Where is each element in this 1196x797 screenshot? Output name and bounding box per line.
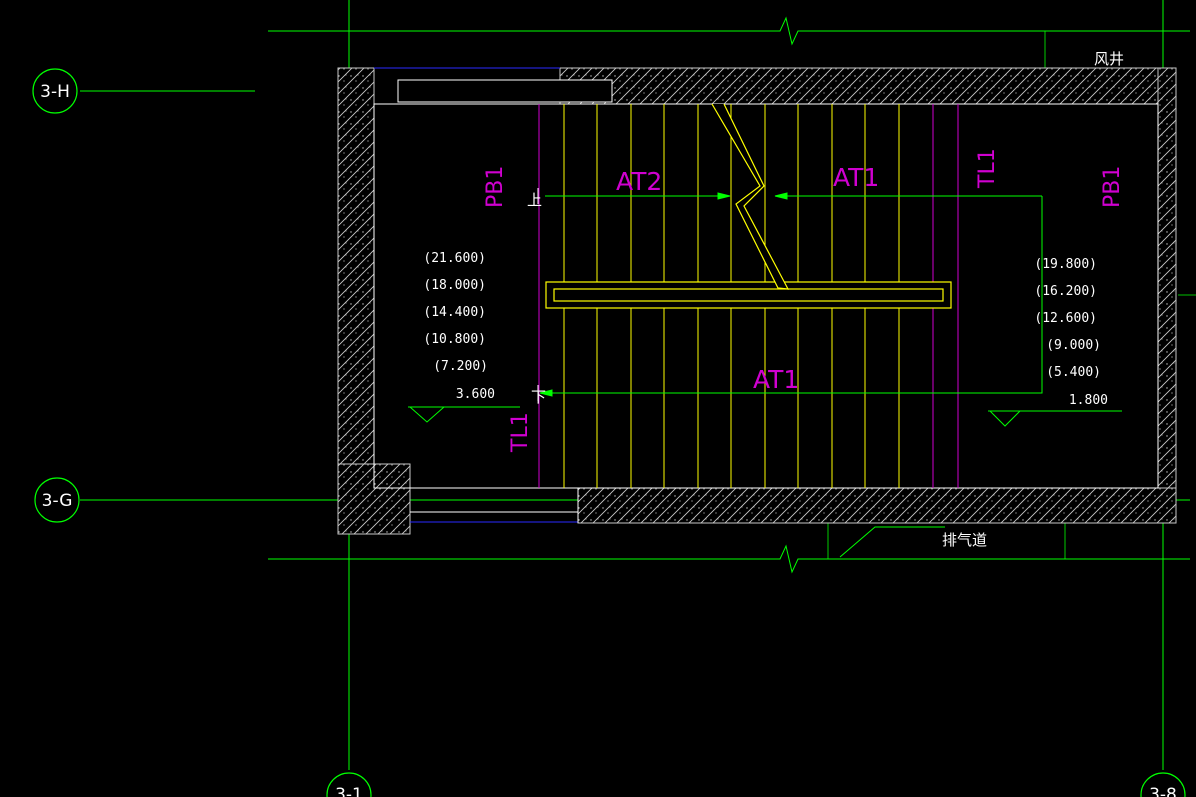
window-top bbox=[397, 79, 613, 103]
label-at1-top: AT1 bbox=[833, 163, 879, 192]
axis-bubble-3-H: 3-H bbox=[32, 68, 78, 114]
level-left-3: (14.400) bbox=[423, 305, 486, 320]
axis-label-3-H: 3-H bbox=[40, 82, 70, 102]
exhaust-leader bbox=[839, 526, 945, 558]
handrail bbox=[545, 281, 952, 309]
level-right-2: (16.200) bbox=[1034, 284, 1097, 299]
label-at1-bottom: AT1 bbox=[753, 365, 799, 394]
label-exhaust-duct: 排气道 bbox=[942, 531, 987, 549]
label-up: 上 bbox=[527, 191, 542, 209]
break-line-bottom bbox=[268, 544, 1190, 574]
axis-bubble-3-1: 3-1 bbox=[326, 772, 372, 797]
axis-bubble-3-G: 3-G bbox=[34, 477, 80, 523]
wall-bottom bbox=[577, 487, 1177, 524]
grid-lines bbox=[80, 0, 1196, 770]
axis-bubble-3-8: 3-8 bbox=[1140, 772, 1186, 797]
levels-right: (19.800) (16.200) (12.600) (9.000) (5.40… bbox=[1034, 257, 1108, 408]
axis-label-3-G: 3-G bbox=[42, 491, 73, 511]
label-down: 下 bbox=[531, 388, 546, 406]
level-left-2: (18.000) bbox=[423, 278, 486, 293]
label-tl1-top: TL1 bbox=[975, 148, 1000, 189]
level-left-6: 3.600 bbox=[456, 387, 495, 402]
level-left-4: (10.800) bbox=[423, 332, 486, 347]
axis-label-3-8: 3-8 bbox=[1149, 785, 1177, 797]
break-line-top bbox=[268, 16, 1190, 46]
axis-label-3-1: 3-1 bbox=[335, 785, 363, 797]
level-right-1: (19.800) bbox=[1034, 257, 1097, 272]
level-right-6: 1.800 bbox=[1069, 393, 1108, 408]
label-wind-shaft: 风井 bbox=[1094, 50, 1124, 68]
label-pb1-left: PB1 bbox=[483, 166, 508, 208]
level-right-3: (12.600) bbox=[1034, 311, 1097, 326]
levels-left: (21.600) (18.000) (14.400) (10.800) (7.2… bbox=[423, 251, 495, 402]
level-right-4: (9.000) bbox=[1046, 338, 1101, 353]
label-tl1-bottom: TL1 bbox=[508, 412, 533, 453]
label-at2: AT2 bbox=[616, 167, 662, 196]
level-left-1: (21.600) bbox=[423, 251, 486, 266]
stair-plan-drawing: 3-H 3-G 3-1 3-8 AT2 AT1 AT1 PB1 PB1 TL1 … bbox=[32, 0, 1196, 797]
label-pb1-right: PB1 bbox=[1100, 166, 1125, 208]
wall-right bbox=[1157, 67, 1177, 524]
wall-top bbox=[559, 67, 1177, 105]
wall-left bbox=[337, 67, 375, 465]
level-left-5: (7.200) bbox=[433, 359, 488, 374]
level-right-5: (5.400) bbox=[1046, 365, 1101, 380]
